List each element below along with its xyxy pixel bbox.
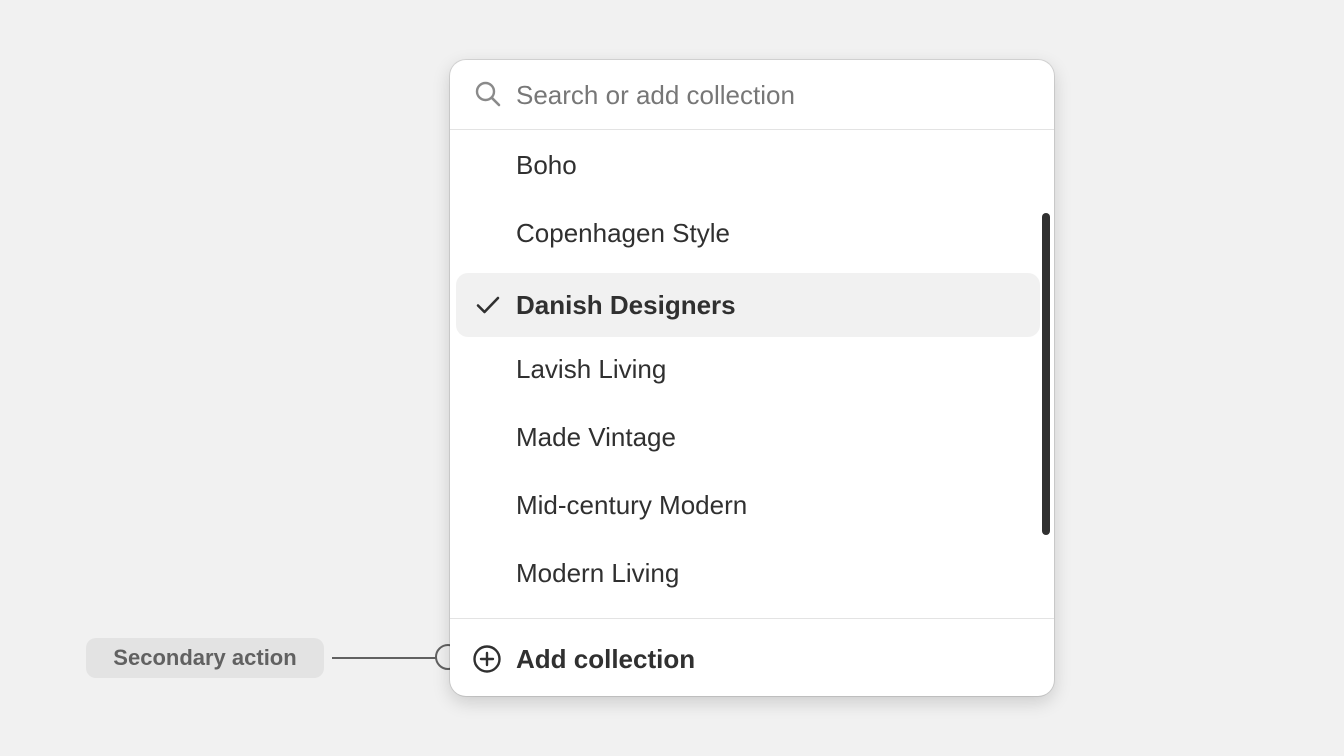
annotation-connector-line [332, 657, 436, 659]
search-row [450, 60, 1054, 130]
checkmark-icon [476, 296, 500, 314]
option-label: Mid-century Modern [516, 490, 748, 520]
collection-options-list: Boho Copenhagen Style Danish Designers L… [450, 131, 1054, 618]
option-label: Boho [516, 150, 577, 180]
plus-circle-icon [473, 645, 501, 673]
option-copenhagen-style[interactable]: Copenhagen Style [456, 201, 1040, 265]
option-mid-century-modern[interactable]: Mid-century Modern [456, 473, 1040, 537]
option-label: Danish Designers [516, 290, 736, 320]
option-danish-designers[interactable]: Danish Designers [456, 273, 1040, 337]
secondary-action-annotation-label: Secondary action [86, 638, 324, 678]
option-label: Copenhagen Style [516, 218, 730, 248]
option-lavish-living[interactable]: Lavish Living [456, 337, 1040, 401]
option-label: Lavish Living [516, 354, 667, 384]
option-modern-living[interactable]: Modern Living [456, 541, 1040, 605]
option-made-vintage[interactable]: Made Vintage [456, 405, 1040, 469]
option-boho[interactable]: Boho [456, 133, 1040, 197]
add-collection-button[interactable]: Add collection [456, 627, 1040, 689]
search-icon [475, 81, 501, 107]
add-collection-label: Add collection [516, 644, 696, 674]
option-label: Made Vintage [516, 422, 676, 452]
search-input[interactable] [516, 78, 1016, 112]
option-label: Modern Living [516, 558, 680, 588]
combobox-footer: Add collection [450, 618, 1054, 696]
list-scrollbar[interactable] [1042, 213, 1050, 535]
collection-combobox-popover: Boho Copenhagen Style Danish Designers L… [450, 60, 1054, 696]
